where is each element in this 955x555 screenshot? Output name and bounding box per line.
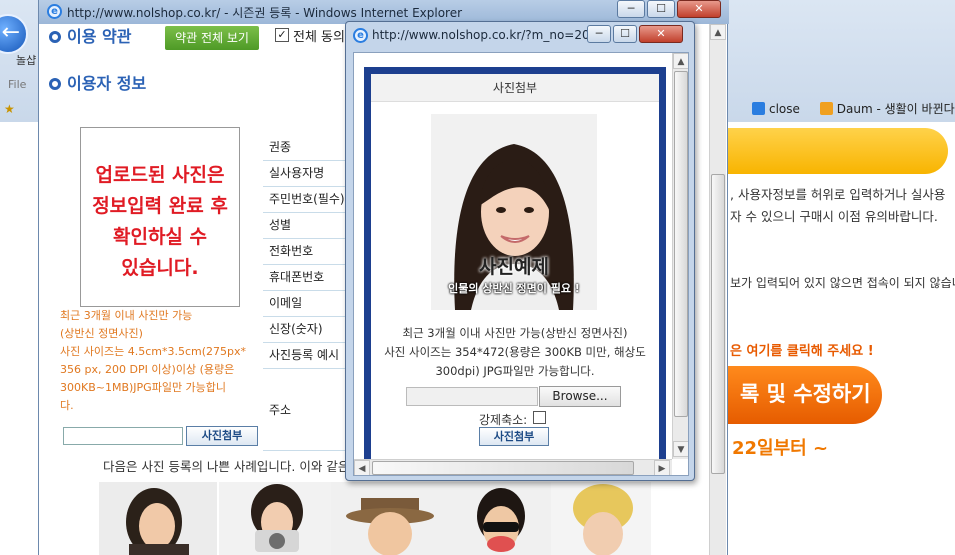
force-resize-label: 강제축소:: [479, 413, 528, 427]
scroll-up-arrow-icon[interactable]: ▲: [710, 24, 726, 40]
form-label-user-name: 실사용자명: [263, 161, 347, 187]
view-terms-button[interactable]: 약관 전체 보기: [165, 26, 259, 50]
photo-file-input[interactable]: [63, 427, 183, 445]
scroll-thumb[interactable]: [711, 174, 725, 474]
form-label-mobile: 휴대폰번호: [263, 265, 347, 291]
scroll-left-arrow-icon[interactable]: ◀: [354, 460, 370, 475]
browser-tab[interactable]: 놀샵: [0, 52, 36, 68]
popup-close-button[interactable]: ✕: [639, 25, 683, 43]
main-vertical-scrollbar[interactable]: ▲: [709, 24, 726, 555]
bad-examples-note: 다음은 사진 등록의 나쁜 사례입니다. 이와 같은 경우: [103, 459, 377, 474]
section-bullet-icon: [49, 78, 61, 90]
form-label-ticket-type: 권종: [263, 135, 347, 161]
popup-inner-panel: 사진첨부 사진예제 인물의 상반신 정면이 필요 ! 최근 3개월 이내 사진만…: [371, 74, 659, 459]
popup-title: http://www.nolshop.co.kr/?m_no=20...: [372, 28, 602, 42]
date-notice: 22일부터 ~: [732, 438, 829, 459]
back-arrow-icon: ←: [1, 20, 20, 45]
photo-attach-popup: e http://www.nolshop.co.kr/?m_no=20... ─…: [345, 21, 695, 481]
sample-photo-subcaption: 인물의 상반신 정면이 필요 !: [448, 282, 580, 295]
menu-file[interactable]: File: [8, 78, 26, 91]
click-here-link[interactable]: 은 여기를 클릭해 주세요 !: [730, 340, 874, 359]
popup-minimize-button[interactable]: ─: [587, 25, 611, 43]
form-label-email: 이메일: [263, 291, 347, 317]
scroll-down-arrow-icon[interactable]: ▼: [673, 441, 688, 457]
ie-icon: e: [353, 28, 368, 43]
ie-icon: e: [47, 4, 62, 19]
form-label-phone: 전화번호: [263, 239, 347, 265]
sample-photo: 사진예제 인물의 상반신 정면이 필요 !: [431, 114, 597, 310]
photo-panel: 업로드된 사진은 정보입력 완료 후 확인하실 수 있습니다. 최근 3개월 이…: [60, 127, 260, 447]
photo-preview-box: 업로드된 사진은 정보입력 완료 후 확인하실 수 있습니다.: [80, 127, 240, 307]
form-label-gender: 성별: [263, 213, 347, 239]
popup-hscroll-thumb[interactable]: [372, 461, 634, 475]
favorites-link-daum[interactable]: Daum - 생활이 바뀐다: [819, 102, 955, 116]
close-button[interactable]: ✕: [677, 0, 721, 18]
user-info-heading: 이용자 정보: [49, 70, 146, 94]
popup-maximize-button[interactable]: ☐: [613, 25, 637, 43]
sample-photo-caption: 사진예제: [479, 256, 549, 278]
popup-file-input[interactable]: [406, 387, 538, 406]
favorites-link-close[interactable]: close: [752, 102, 808, 116]
popup-scroll-thumb[interactable]: [674, 71, 688, 417]
bad-example-photo-2: [219, 482, 337, 555]
photo-requirements-note: 최근 3개월 이내 사진만 가능 (상반신 정면사진) 사진 사이즈는 4.5c…: [60, 309, 247, 412]
popup-content: 사진첨부 사진예제 인물의 상반신 정면이 필요 ! 최근 3개월 이내 사진만…: [353, 52, 689, 476]
login-notice: 보가 입력되어 있지 않으면 접속이 되지 않습니다: [730, 276, 955, 290]
minimize-button[interactable]: ─: [617, 0, 645, 18]
section-bullet-icon: [49, 31, 61, 43]
popup-requirements: 최근 3개월 이내 사진만 가능(상반신 정면사진) 사진 사이즈는 354*4…: [384, 326, 646, 378]
main-window-title: http://www.nolshop.co.kr/ - 시즌권 등록 - Win…: [67, 6, 463, 20]
favorites-bar: close Daum - 생활이 바뀐다: [752, 100, 955, 117]
favorites-star-icon[interactable]: ★: [4, 102, 15, 116]
terms-section-heading: 이용 약관: [49, 23, 131, 47]
form-label-height: 신장(숫자): [263, 317, 347, 343]
popup-blue-frame: 사진첨부 사진예제 인물의 상반신 정면이 필요 ! 최근 3개월 이내 사진만…: [364, 67, 666, 459]
scroll-up-arrow-icon[interactable]: ▲: [673, 53, 688, 69]
popup-vertical-scrollbar[interactable]: ▲ ▼: [672, 53, 688, 459]
bad-example-photo-1: [99, 482, 217, 555]
register-edit-button[interactable]: 록 및 수정하기: [720, 366, 882, 424]
form-label-address: 주소: [263, 369, 347, 451]
popup-horizontal-scrollbar[interactable]: ◀ ▶: [354, 459, 672, 475]
force-resize-checkbox[interactable]: [533, 411, 546, 424]
background-page-content: , 사용자정보를 허위로 입력하거나 실사용자 수 있으니 구매시 이점 유의바…: [720, 122, 955, 555]
popup-header: 사진첨부: [371, 74, 659, 102]
photo-upload-message: 업로드된 사진은 정보입력 완료 후 확인하실 수 있습니다.: [92, 164, 228, 279]
user-info-form: 권종 실사용자명 주민번호(필수) 성별 전화번호 휴대폰번호 이메일 신장(숫…: [263, 135, 347, 451]
popup-attach-button[interactable]: 사진첨부: [479, 427, 549, 446]
scroll-right-arrow-icon[interactable]: ▶: [654, 460, 670, 475]
daum-icon: [819, 102, 833, 115]
maximize-button[interactable]: ☐: [647, 0, 675, 18]
form-label-photo-example: 사진등록 예시: [263, 343, 347, 369]
bad-example-photo-4: [443, 482, 561, 555]
photo-attach-button[interactable]: 사진첨부: [186, 426, 258, 446]
tab-label: 놀샵: [16, 54, 37, 67]
agree-all-label: 전체 동의: [293, 30, 345, 45]
agree-all-checkbox[interactable]: ✓: [275, 28, 289, 42]
yellow-banner: [720, 128, 948, 174]
bad-example-photo-5: [551, 482, 651, 555]
form-label-resident-number: 주민번호(필수): [263, 187, 347, 213]
browse-button[interactable]: Browse...: [539, 386, 621, 407]
ie-page-icon: [752, 102, 765, 115]
warning-notice: , 사용자정보를 허위로 입력하거나 실사용자 수 있으니 구매시 이점 유의바…: [730, 187, 946, 224]
bad-example-photo-3: [331, 482, 449, 555]
